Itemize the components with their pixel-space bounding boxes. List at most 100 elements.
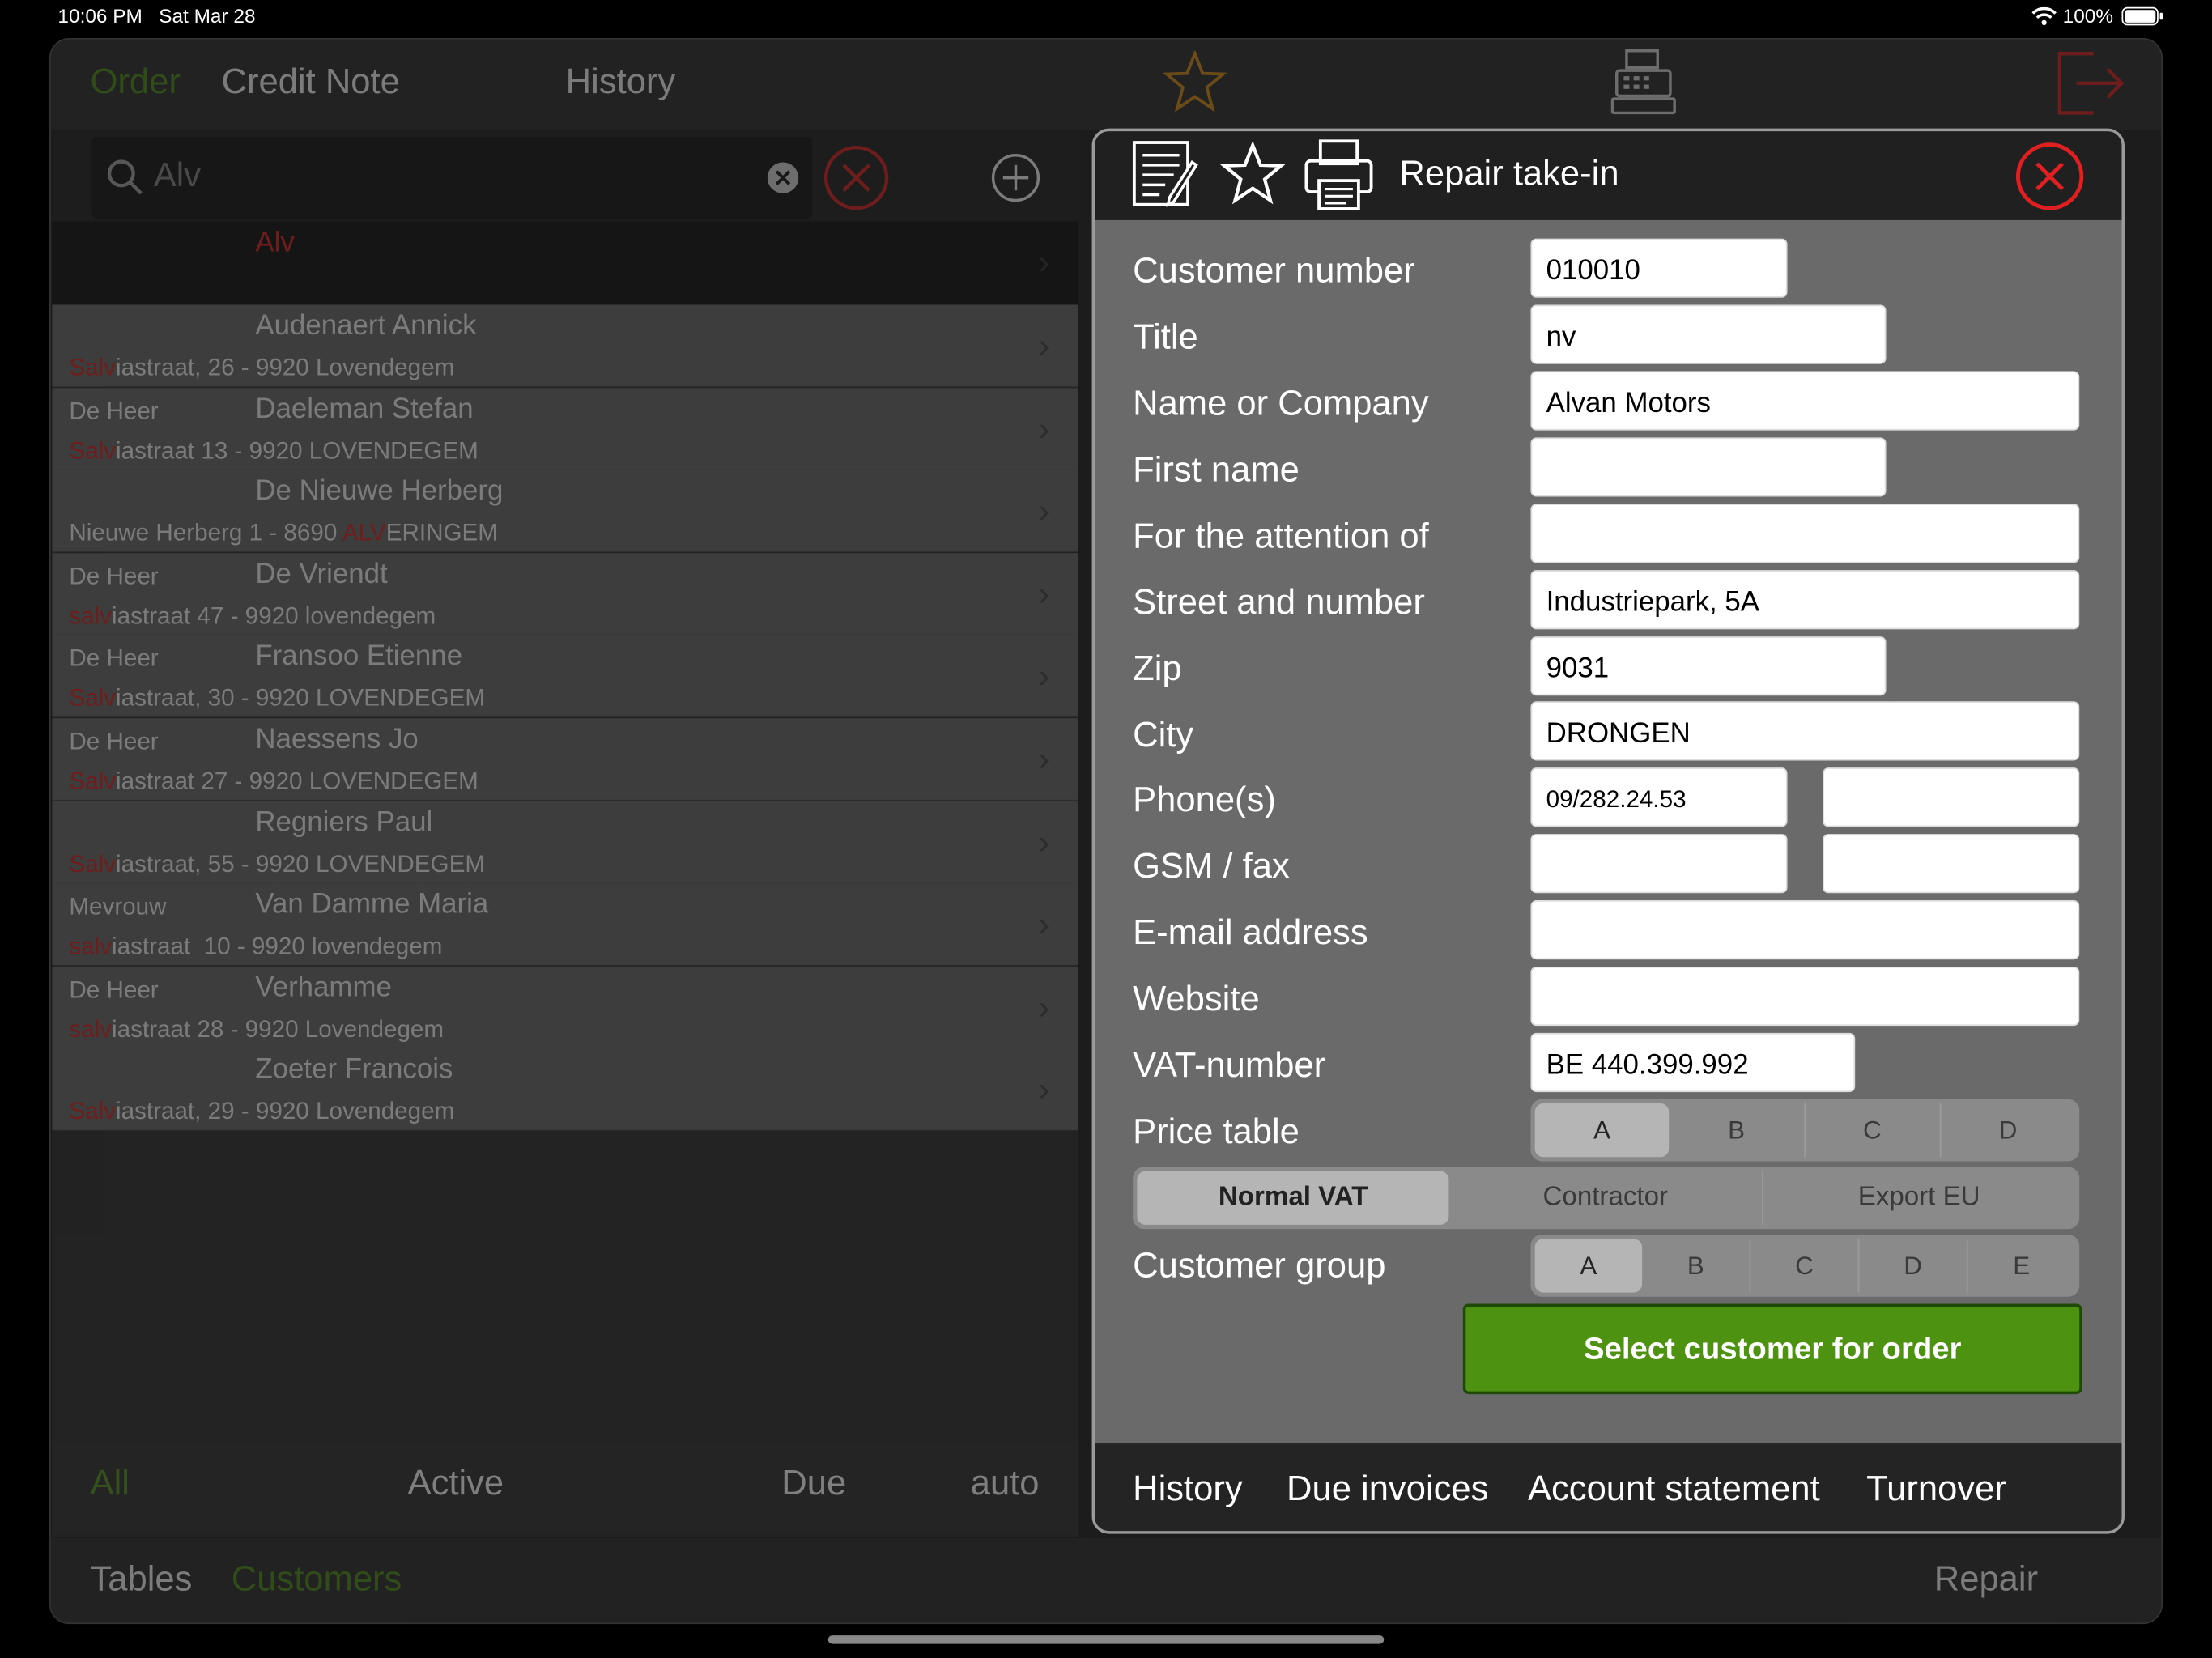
filter-due[interactable]: Due xyxy=(781,1463,846,1504)
customer-name: Fransoo Etienne xyxy=(255,640,463,673)
list-item[interactable]: De Nieuwe Herberg Nieuwe Herberg 1 - 8690… xyxy=(52,470,1078,552)
home-indicator[interactable] xyxy=(827,1635,1385,1644)
price-table-option[interactable]: B xyxy=(1670,1103,1806,1158)
list-item[interactable]: Audenaert Annick Salviastraat, 26 - 9920 … xyxy=(52,304,1078,387)
search-highlight: Salv xyxy=(69,354,117,381)
vat-type-option[interactable]: Contractor xyxy=(1449,1171,1763,1225)
phones-label: Phone(s) xyxy=(1133,780,1276,820)
top-bar: Order Credit Note History xyxy=(50,39,2162,130)
tab-credit-note[interactable]: Credit Note xyxy=(222,62,400,104)
zip-field[interactable]: 9031 xyxy=(1530,636,1887,696)
vat-type-option[interactable]: Normal VAT xyxy=(1137,1171,1449,1225)
vat-type-option[interactable]: Export EU xyxy=(1763,1171,2075,1225)
logout-icon[interactable] xyxy=(2054,48,2128,118)
price-table-option[interactable]: D xyxy=(1941,1103,2075,1157)
customer-group-option[interactable]: E xyxy=(1968,1239,2075,1292)
customer-address: salviastraat 28 - 9920 Lovendegem xyxy=(69,1015,445,1043)
list-item[interactable]: De Heer Fransoo Etienne Salviastraat, 30 -… xyxy=(52,636,1078,718)
footer-due-invoices-link[interactable]: Due invoices xyxy=(1287,1469,1488,1510)
customer-name: Regniers Paul xyxy=(255,806,433,838)
first-name-field[interactable] xyxy=(1530,437,1887,497)
customer-name: Zoeter Francois xyxy=(255,1054,453,1086)
footer-history-link[interactable]: History xyxy=(1133,1469,1243,1510)
notes-icon[interactable] xyxy=(1131,140,1202,210)
street-field[interactable]: Industriepark, 5A xyxy=(1530,570,2080,630)
cash-register-icon[interactable] xyxy=(1608,48,1678,118)
bottom-bar: Tables Customers Repair xyxy=(50,1537,2162,1623)
chevron-right-icon: › xyxy=(1038,988,1050,1027)
customer-number-field[interactable]: 010010 xyxy=(1530,238,1788,298)
tab-repair[interactable]: Repair xyxy=(1934,1559,2038,1601)
clear-icon[interactable] xyxy=(766,161,800,195)
tab-tables[interactable]: Tables xyxy=(91,1559,193,1601)
search-input[interactable]: Alv xyxy=(91,137,813,219)
city-field[interactable]: DRONGEN xyxy=(1530,701,2080,761)
star-icon[interactable] xyxy=(1220,142,1286,205)
customer-group-option[interactable]: C xyxy=(1750,1239,1860,1293)
add-circle-icon[interactable] xyxy=(989,151,1042,204)
phone-1-field[interactable]: 09/282.24.53 xyxy=(1530,767,1788,827)
chevron-right-icon: › xyxy=(1038,327,1050,366)
search-highlight: ALV xyxy=(342,519,386,546)
customer-salutation: De Heer xyxy=(69,976,159,1003)
customer-group-option[interactable]: A xyxy=(1534,1239,1643,1293)
name-field[interactable]: Alvan Motors xyxy=(1530,371,2080,431)
website-field[interactable] xyxy=(1530,966,2080,1027)
customer-address: Salviastraat 27 - 9920 LOVENDEGEM xyxy=(69,767,479,795)
price-table-option[interactable]: C xyxy=(1805,1103,1942,1158)
search-match-label: Alv xyxy=(255,227,295,258)
attention-field[interactable] xyxy=(1530,504,2080,563)
list-item[interactable]: De Heer De Vriendt salviastraat 47 - 9920 … xyxy=(52,552,1078,635)
price-table-option[interactable]: A xyxy=(1534,1103,1670,1158)
customer-group-option[interactable]: D xyxy=(1859,1239,1968,1293)
filter-all[interactable]: All xyxy=(91,1463,130,1504)
customer-name: Van Damme Maria xyxy=(255,889,489,920)
tab-customers[interactable]: Customers xyxy=(232,1559,402,1601)
list-item[interactable]: Regniers Paul Salviastraat, 55 - 9920 LOV… xyxy=(52,801,1078,883)
chevron-right-icon: › xyxy=(1038,657,1050,696)
search-highlight: Salv xyxy=(69,685,117,712)
title-field[interactable]: nv xyxy=(1530,304,1887,364)
search-result-header[interactable]: Alv › xyxy=(52,221,1078,305)
filter-active[interactable]: Active xyxy=(408,1463,504,1504)
customer-name: Verhamme xyxy=(255,971,392,1003)
list-item[interactable]: De Heer Naessens Jo Salviastraat 27 - 9920… xyxy=(52,718,1078,801)
list-item[interactable]: Zoeter Francois Salviastraat, 29 - 9920 L… xyxy=(52,1048,1078,1131)
chevron-right-icon: › xyxy=(1038,244,1050,283)
customer-group-option[interactable]: B xyxy=(1642,1239,1751,1293)
fax-field[interactable] xyxy=(1823,834,2080,894)
gsm-field[interactable] xyxy=(1530,834,1788,894)
tab-history[interactable]: History xyxy=(566,62,676,104)
customer-salutation: De Heer xyxy=(69,397,159,424)
filter-auto[interactable]: auto xyxy=(971,1463,1040,1504)
vat-number-field[interactable]: BE 440.399.992 xyxy=(1530,1032,1856,1093)
battery-percent: 100% xyxy=(2062,4,2114,28)
list-item[interactable]: De Heer Verhamme salviastraat 28 - 9920 Lo… xyxy=(52,966,1078,1048)
chevron-right-icon: › xyxy=(1038,410,1050,449)
footer-turnover-link[interactable]: Turnover xyxy=(1866,1469,2006,1510)
customer-salutation: Mevrouw xyxy=(69,893,167,920)
footer-account-statement-link[interactable]: Account statement xyxy=(1528,1469,1820,1510)
select-customer-button[interactable]: Select customer for order xyxy=(1462,1303,2082,1395)
printer-icon[interactable] xyxy=(1304,138,1374,212)
phone-2-field[interactable] xyxy=(1823,767,2080,827)
list-item[interactable]: Mevrouw Van Damme Maria salviastraat 10 - … xyxy=(52,883,1078,966)
search-highlight: salv xyxy=(69,602,113,630)
status-date: Sat Mar 28 xyxy=(159,4,256,28)
name-label: Name or Company xyxy=(1133,384,1429,423)
chevron-right-icon: › xyxy=(1038,906,1050,945)
email-field[interactable] xyxy=(1530,900,2080,960)
title-label: Title xyxy=(1133,317,1198,357)
chevron-right-icon: › xyxy=(1038,741,1050,780)
star-icon[interactable] xyxy=(1162,50,1227,113)
customer-address: salviastraat 10 - 9920 lovendegem xyxy=(69,933,443,960)
street-label: Street and number xyxy=(1133,582,1425,623)
cancel-circle-icon[interactable] xyxy=(823,144,891,212)
list-item[interactable]: De Heer Daeleman Stefan Salviastraat 13 - … xyxy=(52,387,1078,470)
customer-address: Nieuwe Herberg 1 - 8690 ALVERINGEM xyxy=(69,519,498,546)
tab-order[interactable]: Order xyxy=(91,62,181,104)
search-highlight: Salv xyxy=(69,767,117,795)
close-icon[interactable] xyxy=(2014,141,2085,211)
search-value: Alv xyxy=(153,156,202,195)
zip-label: Zip xyxy=(1133,648,1182,689)
